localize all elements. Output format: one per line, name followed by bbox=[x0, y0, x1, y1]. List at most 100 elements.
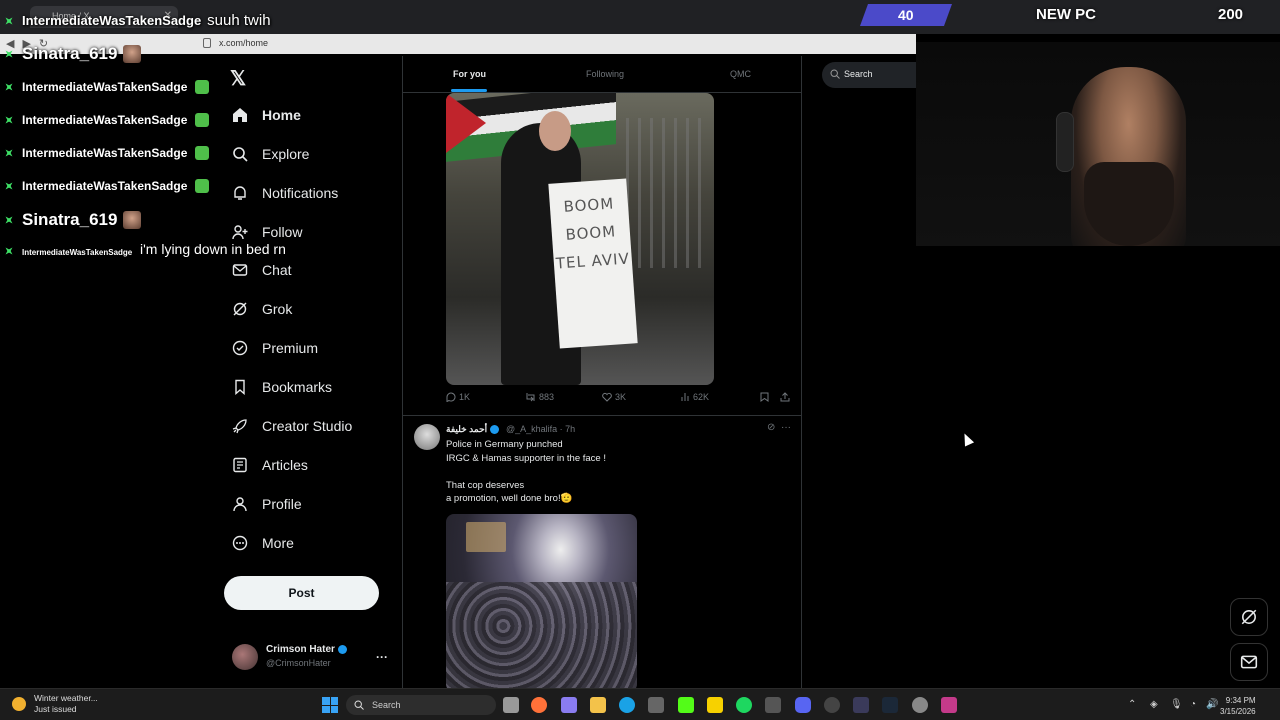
nav-label: Premium bbox=[262, 340, 319, 356]
account-handle: @CrimsonHater bbox=[266, 658, 331, 668]
nav-label: Articles bbox=[262, 457, 308, 473]
tweet-actions: 1K 883 3K 62K bbox=[446, 392, 796, 408]
search-icon bbox=[830, 69, 840, 79]
tab-qmc[interactable]: QMC bbox=[730, 69, 751, 79]
mic-icon[interactable]: 🎙 bbox=[1170, 699, 1183, 710]
mouse-cursor bbox=[959, 431, 975, 447]
article-icon bbox=[232, 457, 248, 473]
warning-icon bbox=[12, 697, 26, 711]
avatar[interactable] bbox=[414, 424, 440, 450]
search-input[interactable]: Search bbox=[822, 62, 916, 88]
more-circle-icon bbox=[232, 535, 248, 551]
chart-icon bbox=[681, 393, 689, 401]
sparkle-badge-icon bbox=[2, 47, 16, 61]
building-image-detail bbox=[466, 522, 506, 552]
obs-icon[interactable] bbox=[824, 697, 840, 713]
tweet-author-name[interactable]: أحمد خليفة bbox=[446, 424, 500, 435]
sparkle-badge-icon bbox=[2, 113, 16, 127]
sparkle-badge-icon bbox=[2, 14, 16, 28]
share-button[interactable] bbox=[780, 392, 793, 402]
chat-message-text: i'm lying down in bed rn bbox=[140, 241, 286, 257]
tweet-video[interactable] bbox=[446, 514, 637, 688]
chevron-up-icon[interactable]: ⌃ bbox=[1128, 699, 1136, 710]
overlay-counter-left: 40 bbox=[859, 4, 953, 26]
grok-button[interactable] bbox=[1230, 598, 1268, 636]
reply-button[interactable]: 1K bbox=[446, 392, 470, 402]
share-icon bbox=[780, 392, 790, 402]
tab-following[interactable]: Following bbox=[586, 69, 624, 79]
avatar-emote-icon bbox=[123, 45, 142, 63]
webcam-overlay bbox=[916, 42, 1280, 246]
crowd-image-detail bbox=[446, 582, 637, 688]
chat-message: Sinatra_619 bbox=[2, 210, 142, 230]
verified-icon bbox=[232, 340, 248, 356]
nav-label: Profile bbox=[262, 496, 302, 512]
repost-button[interactable]: 883 bbox=[525, 392, 554, 402]
task-view-icon[interactable] bbox=[503, 697, 519, 713]
account-switcher[interactable]: Crimson Hater @CrimsonHater ··· bbox=[232, 642, 392, 672]
nav-premium[interactable]: Premium bbox=[232, 335, 318, 361]
views-button[interactable]: 62K bbox=[680, 392, 709, 402]
more-icon[interactable]: ··· bbox=[376, 650, 388, 664]
kick-icon[interactable] bbox=[678, 697, 694, 713]
nav-creator-studio[interactable]: Creator Studio bbox=[232, 413, 352, 439]
app-icon[interactable] bbox=[765, 697, 781, 713]
windows-taskbar: Winter weather... Just issued Search ⌃ ◈… bbox=[0, 688, 1280, 720]
tab-for-you[interactable]: For you bbox=[453, 69, 486, 79]
chat-message: IntermediateWasTakenSadge suuh twih bbox=[2, 12, 271, 29]
discord-icon[interactable] bbox=[795, 697, 811, 713]
taskbar-clock[interactable]: 9:34 PM 3/15/2026 bbox=[1220, 695, 1256, 717]
like-button[interactable]: 3K bbox=[602, 392, 626, 402]
store-icon[interactable] bbox=[648, 697, 664, 713]
tweet-author-handle[interactable]: @_A_khalifa · 7h bbox=[506, 424, 575, 434]
notes-icon[interactable] bbox=[707, 697, 723, 713]
grok-icon bbox=[232, 301, 248, 317]
file-explorer-icon[interactable] bbox=[590, 697, 606, 713]
active-tab-indicator bbox=[451, 89, 487, 92]
nav-articles[interactable]: Articles bbox=[232, 452, 308, 478]
rocket-icon bbox=[232, 418, 248, 434]
chat-message: IntermediateWasTakenSadge bbox=[2, 80, 210, 94]
taskbar-search[interactable]: Search bbox=[346, 695, 496, 715]
chat-message: IntermediateWasTakenSadge bbox=[2, 244, 132, 258]
spotify-icon[interactable] bbox=[736, 697, 752, 713]
sparkle-badge-icon bbox=[2, 244, 16, 258]
fence-image-detail bbox=[626, 118, 706, 268]
post-button[interactable]: Post bbox=[224, 576, 379, 610]
emote-icon bbox=[195, 80, 210, 94]
tweet[interactable]: أحمد خليفة @_A_khalifa · 7h ⊘ ··· Police… bbox=[403, 416, 801, 688]
emote-icon bbox=[195, 179, 210, 193]
security-icon[interactable]: ◈ bbox=[1150, 699, 1158, 710]
tweet-options[interactable]: ⊘ ··· bbox=[767, 422, 791, 433]
firefox-icon[interactable] bbox=[531, 697, 547, 713]
avatar-emote-icon bbox=[123, 211, 142, 229]
repost-icon bbox=[526, 393, 535, 402]
messages-button[interactable] bbox=[1230, 643, 1268, 681]
nav-more[interactable]: More bbox=[232, 530, 294, 556]
more-icon[interactable]: ··· bbox=[781, 422, 791, 433]
wifi-icon[interactable]: ◔ bbox=[1190, 699, 1196, 710]
speaker-icon[interactable]: 🔊 bbox=[1206, 699, 1218, 710]
windows-start-icon[interactable] bbox=[322, 697, 338, 713]
edge-icon[interactable] bbox=[619, 697, 635, 713]
nav-profile[interactable]: Profile bbox=[232, 491, 302, 517]
tweet-image[interactable]: BOOM BOOM TEL AVIV bbox=[446, 93, 714, 385]
head-image-detail bbox=[539, 111, 571, 151]
chat-message: IntermediateWasTakenSadge bbox=[2, 179, 210, 193]
nav-grok[interactable]: Grok bbox=[232, 296, 292, 322]
app-icon[interactable] bbox=[853, 697, 869, 713]
verified-badge-icon bbox=[337, 644, 347, 654]
sparkle-badge-icon bbox=[2, 80, 16, 94]
nav-label: Grok bbox=[262, 301, 293, 317]
bookmark-icon bbox=[232, 379, 248, 395]
heart-icon bbox=[602, 392, 612, 402]
chat-message: Sinatra_619 bbox=[2, 44, 142, 64]
bookmark-button[interactable] bbox=[760, 392, 772, 402]
steam-icon[interactable] bbox=[882, 697, 898, 713]
grok-icon[interactable]: ⊘ bbox=[767, 422, 775, 433]
app-icon[interactable] bbox=[912, 697, 928, 713]
nav-bookmarks[interactable]: Bookmarks bbox=[232, 374, 332, 400]
copilot-icon[interactable] bbox=[561, 697, 577, 713]
sparkle-badge-icon bbox=[2, 146, 16, 160]
app-icon[interactable] bbox=[941, 697, 957, 713]
